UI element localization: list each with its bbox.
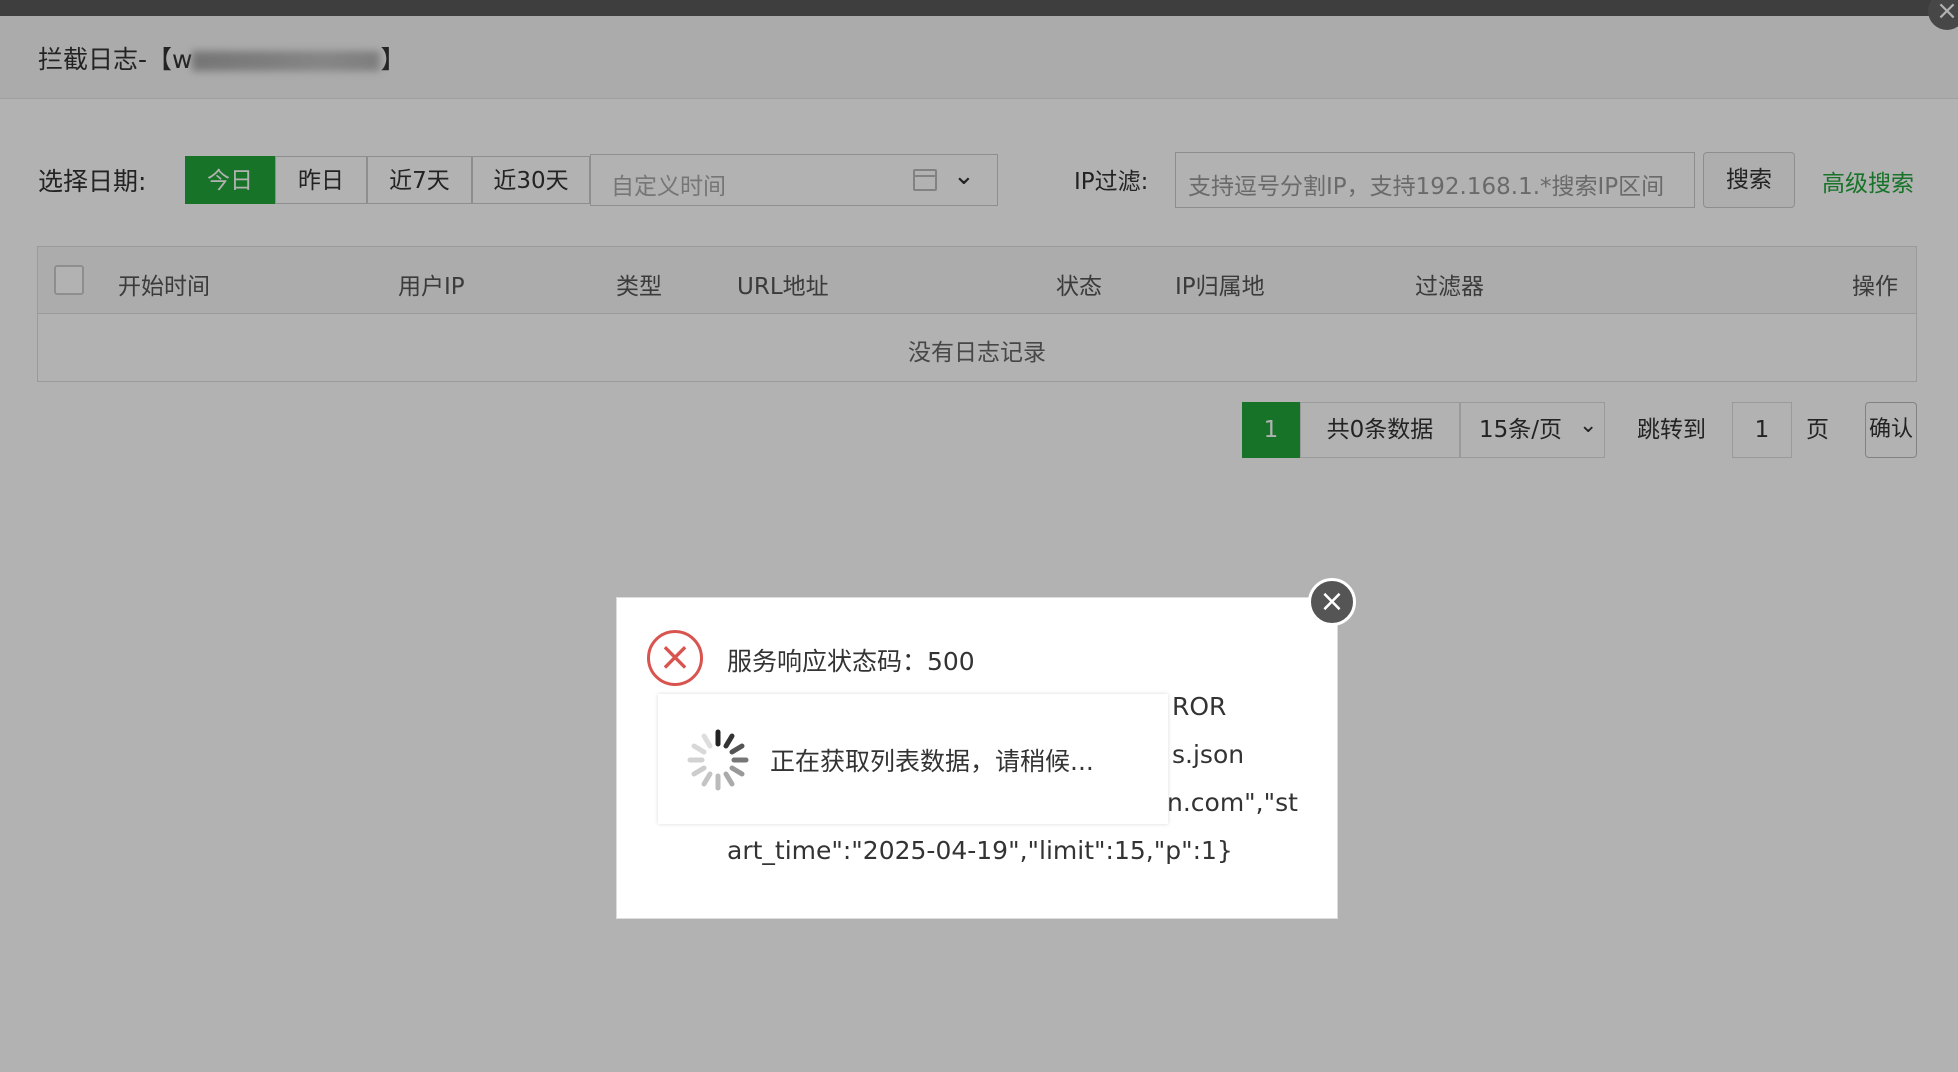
- loading-text: 正在获取列表数据，请稍候...: [770, 747, 1094, 776]
- dialog-close-icon[interactable]: ×: [1308, 578, 1356, 626]
- error-detail-line-5: art_time":"2025-04-19","limit":15,"p":1}: [727, 836, 1233, 865]
- error-status-line: 服务响应状态码：500: [727, 647, 975, 676]
- error-detail-line-4: n.com","st: [1167, 788, 1298, 817]
- error-detail-line-3: s.json: [1172, 740, 1245, 769]
- error-icon: ×: [647, 630, 703, 686]
- spinner-icon: [687, 729, 749, 791]
- error-detail-line-2: ROR: [1172, 692, 1227, 721]
- loading-toast: 正在获取列表数据，请稍候...: [658, 694, 1168, 824]
